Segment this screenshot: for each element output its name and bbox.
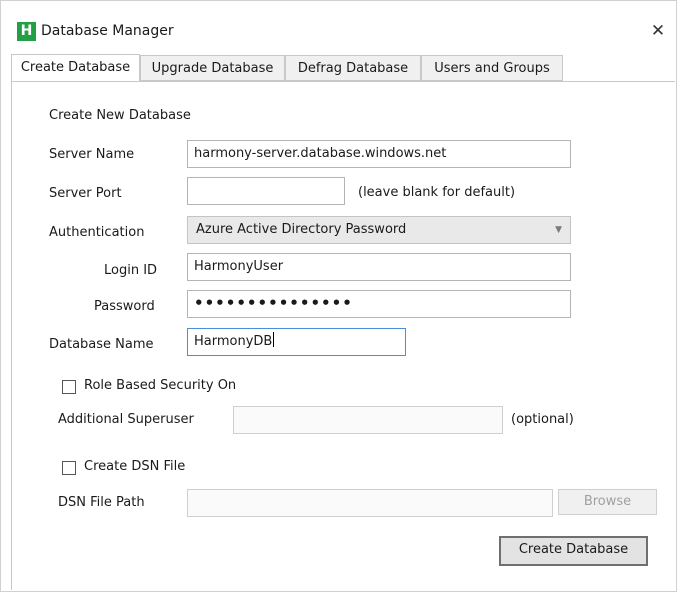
database-name-label: Database Name: [49, 337, 154, 352]
create-dsn-file-checkbox[interactable]: [62, 461, 76, 475]
tab-users-and-groups[interactable]: Users and Groups: [421, 55, 563, 81]
role-based-security-checkbox[interactable]: [62, 380, 76, 394]
browse-button[interactable]: Browse: [558, 489, 657, 515]
window-title: Database Manager: [41, 23, 174, 39]
tab-upgrade-database[interactable]: Upgrade Database: [140, 55, 285, 81]
database-name-value: HarmonyDB: [194, 334, 273, 349]
authentication-dropdown[interactable]: Azure Active Directory Password ▼: [187, 216, 571, 244]
dsn-file-path-label: DSN File Path: [58, 495, 145, 510]
server-port-input[interactable]: [187, 177, 345, 205]
text-caret: [273, 332, 275, 347]
additional-superuser-input[interactable]: [233, 406, 503, 434]
password-masked-value: •••••••••••••••: [194, 294, 353, 312]
section-title: Create New Database: [49, 108, 191, 123]
authentication-label: Authentication: [49, 225, 145, 240]
app-logo-icon: H: [17, 22, 36, 41]
create-dsn-file-label: Create DSN File: [84, 459, 186, 474]
title-bar: H Database Manager ✕: [1, 1, 676, 47]
server-name-label: Server Name: [49, 147, 135, 162]
close-icon[interactable]: ✕: [646, 19, 670, 43]
role-based-security-label: Role Based Security On: [84, 378, 237, 393]
additional-superuser-hint: (optional): [511, 412, 574, 427]
database-manager-window: H Database Manager ✕ Create Database Upg…: [0, 0, 677, 592]
password-input[interactable]: •••••••••••••••: [187, 290, 571, 318]
login-id-input[interactable]: HarmonyUser: [187, 253, 571, 281]
tab-create-database[interactable]: Create Database: [11, 54, 140, 82]
authentication-selected-value: Azure Active Directory Password: [196, 222, 407, 237]
create-database-button[interactable]: Create Database: [499, 536, 648, 566]
database-name-input[interactable]: HarmonyDB: [187, 328, 406, 356]
additional-superuser-label: Additional Superuser: [58, 412, 194, 427]
chevron-down-icon: ▼: [555, 225, 562, 235]
dsn-file-path-input[interactable]: [187, 489, 553, 517]
server-name-input[interactable]: harmony-server.database.windows.net: [187, 140, 571, 168]
server-port-label: Server Port: [49, 186, 122, 201]
tab-defrag-database[interactable]: Defrag Database: [285, 55, 421, 81]
password-label: Password: [94, 299, 155, 314]
server-port-hint: (leave blank for default): [358, 185, 516, 200]
login-id-label: Login ID: [104, 263, 158, 278]
